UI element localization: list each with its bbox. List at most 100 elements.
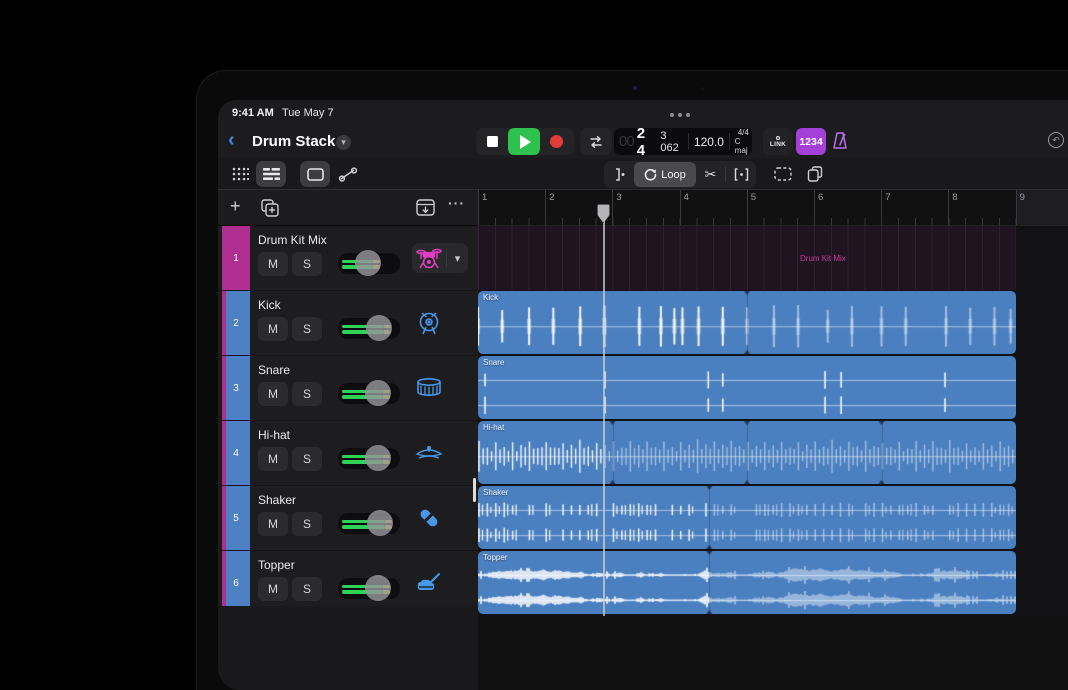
mute-button[interactable]: M bbox=[258, 447, 288, 471]
track-header-row[interactable]: 4 Hi-hat M S bbox=[218, 421, 478, 485]
undo-icon[interactable]: ↶ bbox=[1048, 132, 1064, 148]
volume-slider[interactable] bbox=[338, 380, 400, 406]
add-track-button[interactable]: + bbox=[230, 196, 241, 217]
waveform-canvas bbox=[478, 356, 1016, 419]
lcd-display[interactable]: 00 2 4 3 062 120.0 4/4 C maj bbox=[614, 125, 752, 159]
solo-button[interactable]: S bbox=[292, 447, 322, 471]
track-name[interactable]: Shaker bbox=[258, 493, 296, 507]
track-header-row[interactable]: 5 Shaker M S bbox=[218, 486, 478, 550]
volume-slider[interactable] bbox=[338, 315, 400, 341]
scissors-icon: ✂ bbox=[704, 166, 717, 182]
hide-track-headers-button[interactable] bbox=[416, 199, 435, 216]
link-button[interactable]: LINK bbox=[763, 128, 793, 155]
mute-button[interactable]: M bbox=[258, 252, 288, 276]
status-bar: 9:41 AM Tue May 7 bbox=[218, 100, 1068, 125]
ruler-bar-number: 1 bbox=[482, 192, 488, 203]
region-tool-button[interactable] bbox=[300, 161, 330, 187]
track-header-panel: + ··· 1 Drum Kit Mix M S ▾ 2 Kick M S 3 … bbox=[218, 190, 478, 690]
track-lane[interactable]: Kick bbox=[478, 291, 1068, 355]
track-number-strip[interactable]: 4 bbox=[222, 421, 250, 485]
volume-slider[interactable] bbox=[338, 510, 400, 536]
ruler-bar-number: 9 bbox=[1019, 192, 1025, 203]
cycle-icon bbox=[590, 135, 602, 148]
track-number-strip[interactable]: 3 bbox=[222, 356, 250, 420]
cycle-button[interactable] bbox=[580, 128, 612, 155]
volume-knob[interactable] bbox=[366, 315, 392, 341]
audio-region[interactable]: Topper bbox=[478, 551, 1016, 614]
track-list-toolbar: + ··· bbox=[218, 190, 478, 226]
audio-region[interactable]: Shaker bbox=[478, 486, 1016, 549]
track-name[interactable]: Kick bbox=[258, 298, 281, 312]
project-title-chevron-icon[interactable]: ▾ bbox=[336, 135, 351, 150]
tracks-view-button[interactable] bbox=[256, 161, 286, 187]
track-name[interactable]: Drum Kit Mix bbox=[258, 233, 327, 247]
track-lane[interactable]: Shaker bbox=[478, 486, 1068, 550]
stack-summary-lane[interactable]: Drum Kit Mix bbox=[478, 226, 1016, 290]
volume-slider[interactable] bbox=[338, 445, 400, 471]
volume-slider[interactable] bbox=[338, 250, 400, 276]
paste-button[interactable] bbox=[802, 161, 828, 187]
volume-knob[interactable] bbox=[367, 510, 393, 536]
bar-ruler[interactable]: 1 2 3 4 5 6 7 8 9 bbox=[478, 190, 1068, 226]
track-number-strip[interactable]: 2 bbox=[222, 291, 250, 355]
track-lane[interactable]: Snare bbox=[478, 356, 1068, 420]
solo-button[interactable]: S bbox=[292, 382, 322, 406]
stop-button[interactable] bbox=[476, 128, 508, 155]
solo-button[interactable]: S bbox=[292, 317, 322, 341]
project-title[interactable]: Drum Stack bbox=[252, 133, 335, 150]
count-in-button[interactable]: 1234 bbox=[796, 128, 826, 155]
volume-knob[interactable] bbox=[365, 445, 391, 471]
audio-region[interactable]: Snare bbox=[478, 356, 1016, 419]
grid-view-button[interactable] bbox=[228, 161, 252, 187]
waveform-canvas bbox=[478, 291, 1016, 354]
volume-knob[interactable] bbox=[355, 250, 381, 276]
automation-button[interactable] bbox=[334, 161, 362, 187]
track-number: 6 bbox=[233, 577, 239, 589]
audio-region[interactable]: Hi-hat bbox=[478, 421, 1016, 484]
play-button[interactable] bbox=[508, 128, 540, 155]
mute-button[interactable]: M bbox=[258, 317, 288, 341]
track-name[interactable]: Topper bbox=[258, 558, 295, 572]
track-number-strip[interactable]: 1 bbox=[222, 226, 250, 290]
volume-slider[interactable] bbox=[338, 575, 400, 601]
ruler-bar-number: 2 bbox=[549, 192, 555, 203]
track-header-row[interactable]: 3 Snare M S bbox=[218, 356, 478, 420]
front-camera bbox=[633, 86, 637, 90]
mute-button[interactable]: M bbox=[258, 382, 288, 406]
track-header-row[interactable]: 1 Drum Kit Mix M S ▾ bbox=[218, 226, 478, 290]
track-list-more-button[interactable]: ··· bbox=[448, 195, 465, 211]
solo-button[interactable]: S bbox=[292, 252, 322, 276]
multitasking-dots-icon[interactable] bbox=[670, 113, 690, 117]
track-lane[interactable]: Drum Kit Mix bbox=[478, 226, 1068, 290]
track-name[interactable]: Hi-hat bbox=[258, 428, 290, 442]
track-name[interactable]: Snare bbox=[258, 363, 290, 377]
trim-start-icon bbox=[615, 168, 624, 181]
ruler-bar-number: 6 bbox=[818, 192, 824, 203]
trim-start-button[interactable] bbox=[604, 161, 634, 188]
mute-button[interactable]: M bbox=[258, 577, 288, 601]
back-chevron-icon[interactable]: ‹ bbox=[228, 129, 235, 152]
solo-button[interactable]: S bbox=[292, 512, 322, 536]
audio-region[interactable]: Kick bbox=[478, 291, 1016, 354]
track-lane[interactable]: Topper bbox=[478, 551, 1068, 615]
volume-knob[interactable] bbox=[365, 380, 391, 406]
panel-scrollbar[interactable] bbox=[473, 478, 476, 502]
track-icon-button[interactable]: ▾ bbox=[412, 243, 468, 273]
split-button[interactable]: ✂ bbox=[696, 161, 725, 188]
solo-button[interactable]: S bbox=[292, 577, 322, 601]
volume-knob[interactable] bbox=[365, 575, 391, 601]
track-lane[interactable]: Hi-hat bbox=[478, 421, 1068, 485]
record-button[interactable] bbox=[540, 128, 572, 155]
transport-controls bbox=[476, 128, 574, 155]
metronome-button[interactable] bbox=[829, 130, 851, 152]
marquee-select-button[interactable] bbox=[770, 161, 796, 187]
track-number-strip[interactable]: 5 bbox=[222, 486, 250, 550]
mute-button[interactable]: M bbox=[258, 512, 288, 536]
duplicate-track-button[interactable] bbox=[260, 198, 280, 218]
trim-both-button[interactable] bbox=[726, 161, 756, 188]
track-header-row[interactable]: 2 Kick M S bbox=[218, 291, 478, 355]
clock-date: Tue May 7 bbox=[282, 107, 334, 119]
stack-collapse-chevron-icon[interactable]: ▾ bbox=[447, 252, 468, 265]
lcd-position-sub: 3 062 bbox=[660, 129, 679, 154]
loop-button[interactable]: Loop bbox=[634, 162, 696, 187]
